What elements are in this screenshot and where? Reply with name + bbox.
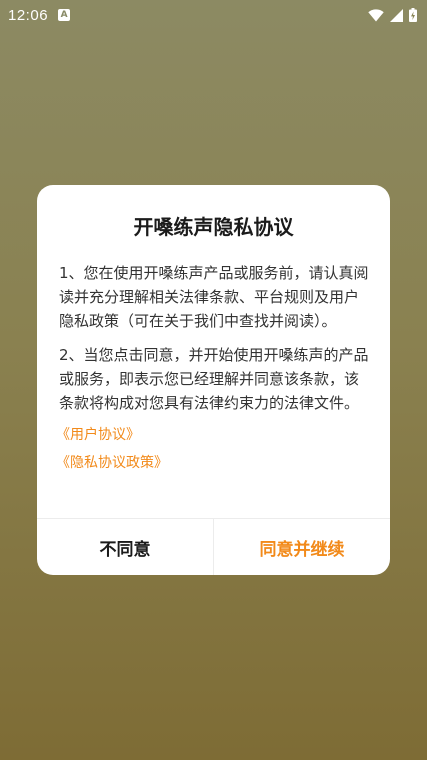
- disagree-button[interactable]: 不同意: [37, 519, 214, 575]
- status-right: [368, 8, 417, 22]
- wifi-icon: [368, 8, 384, 21]
- signal-icon: [390, 8, 403, 22]
- status-bar: 12:06 A: [0, 0, 427, 30]
- agree-continue-button[interactable]: 同意并继续: [214, 519, 390, 575]
- battery-charging-icon: [409, 8, 417, 22]
- privacy-dialog: 开嗓练声隐私协议 1、您在使用开嗓练声产品或服务前，请认真阅读并充分理解相关法律…: [37, 185, 390, 575]
- user-agreement-link[interactable]: 《用户协议》: [56, 425, 369, 445]
- status-left: 12:06 A: [8, 6, 71, 24]
- status-time: 12:06: [8, 6, 49, 24]
- app-notification-icon: A: [58, 9, 71, 21]
- dialog-title: 开嗓练声隐私协议: [133, 215, 294, 239]
- terms-paragraph-2: 2、当您点击同意，并开始使用开嗓练声的产品或服务，即表示您已经理解并同意该条款，…: [59, 346, 369, 412]
- dialog-footer: 不同意 同意并继续: [37, 518, 390, 575]
- terms-paragraph-1: 1、您在使用开嗓练声产品或服务前，请认真阅读并充分理解相关法律条款、平台规则及用…: [59, 264, 369, 330]
- dialog-body: 1、您在使用开嗓练声产品或服务前，请认真阅读并充分理解相关法律条款、平台规则及用…: [56, 261, 369, 481]
- privacy-policy-link[interactable]: 《隐私协议政策》: [56, 453, 369, 473]
